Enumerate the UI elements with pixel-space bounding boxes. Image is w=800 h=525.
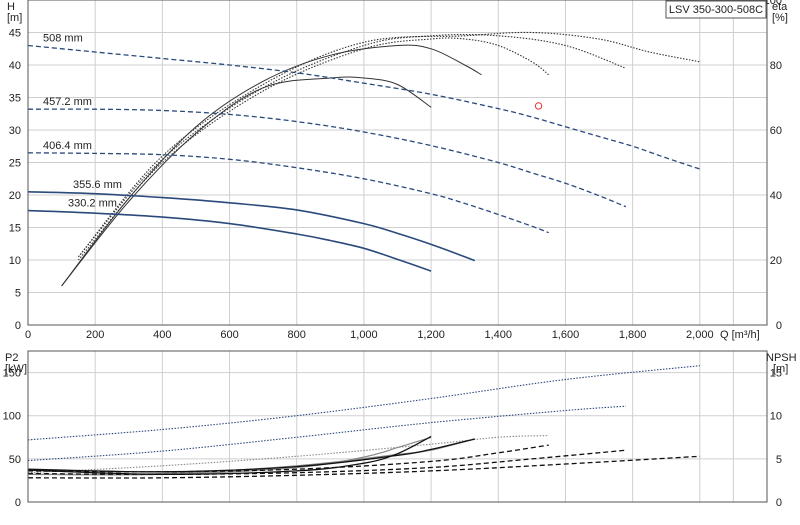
x-tick-label: 1,600 (552, 329, 580, 341)
x-tick-label: 2,000 (686, 329, 714, 341)
x-tick-label: 1,800 (619, 329, 647, 341)
x-axis-label: Q [m³/h] (720, 329, 760, 341)
head-curve-label-2: 457.2 mm (43, 96, 92, 108)
model-label: LSV 350-300-508C (669, 4, 763, 16)
efficiency-curve-5 (77, 31, 700, 258)
x-tick-label: 200 (86, 329, 104, 341)
bottom-right-tick-label: 5 (776, 454, 782, 466)
top-right-tick-label: 0 (776, 320, 782, 332)
bottom-right-axis-label-2: [m] (773, 363, 788, 375)
bottom-left-tick-label: 0 (15, 497, 21, 509)
top-panel-grid (27, 0, 767, 326)
head-curve-label-5: 330.2 mm (68, 198, 117, 210)
chart-canvas: 0510152025303540450204060801000 200 400 600… (3, 0, 797, 509)
bottom-right-tick-label: 0 (776, 497, 782, 509)
x-tick-label: 400 (153, 329, 171, 341)
head-curve-label-4: 355.6 mm (73, 179, 122, 191)
pump-performance-chart: 0 5 10 15 20 25 30 35 40 45 0 20 40 60 80 100 0 200 400 600… (0, 0, 800, 520)
power-curve-2 (27, 405, 626, 462)
x-tick-label: 1,400 (485, 329, 513, 341)
bottom-left-tick-label: 50 (9, 454, 21, 466)
efficiency-curve-3 (77, 37, 550, 261)
head-curve-label-1: 508 mm (43, 33, 83, 45)
top-right-tick-label: 60 (770, 125, 782, 137)
efficiency-curve-4 (77, 33, 627, 258)
top-left-tick-label: 25 (9, 158, 21, 170)
top-left-tick-label: 15 (9, 223, 21, 235)
top-left-tick-label: 5 (15, 288, 21, 300)
x-tick-label: 800 (288, 329, 306, 341)
efficiency-curve-2 (61, 44, 482, 287)
bottom-left-axis-label-2: [kW] (5, 363, 27, 375)
axis-tick-labels: 0510152025303540450204060801000 200 400 600… (3, 0, 782, 509)
top-left-tick-label: 10 (9, 255, 21, 267)
top-left-tick-label: 45 (9, 28, 21, 40)
x-tick-label: 0 (25, 329, 31, 341)
x-tick-label: 1,000 (350, 329, 378, 341)
top-right-axis-label-2: [%] (772, 12, 788, 24)
bottom-panel-frame (27, 350, 768, 503)
top-left-tick-label: 0 (15, 320, 21, 332)
head-curve-2 (27, 108, 627, 208)
x-tick-label: 600 (220, 329, 238, 341)
top-left-tick-label: 35 (9, 93, 21, 105)
top-left-tick-label: 40 (9, 60, 21, 72)
head-curve-label-3: 406.4 mm (43, 140, 92, 152)
top-left-tick-label: 30 (9, 125, 21, 137)
top-right-tick-label: 80 (770, 60, 782, 72)
bottom-left-tick-label: 100 (3, 411, 21, 423)
top-right-tick-label: 40 (770, 190, 782, 202)
duty-point-marker (534, 102, 543, 110)
top-right-tick-label: 20 (770, 255, 782, 267)
bottom-panel-grid (27, 351, 767, 503)
x-tick-label: 1,200 (417, 329, 445, 341)
top-left-axis-label-2: [m] (7, 12, 22, 24)
top-left-tick-label: 20 (9, 190, 21, 202)
bottom-right-tick-label: 10 (770, 411, 782, 423)
head-curve-labels: 508 mm 457.2 mm 406.4 mm 355.6 mm 330.2 mm (43, 33, 122, 210)
